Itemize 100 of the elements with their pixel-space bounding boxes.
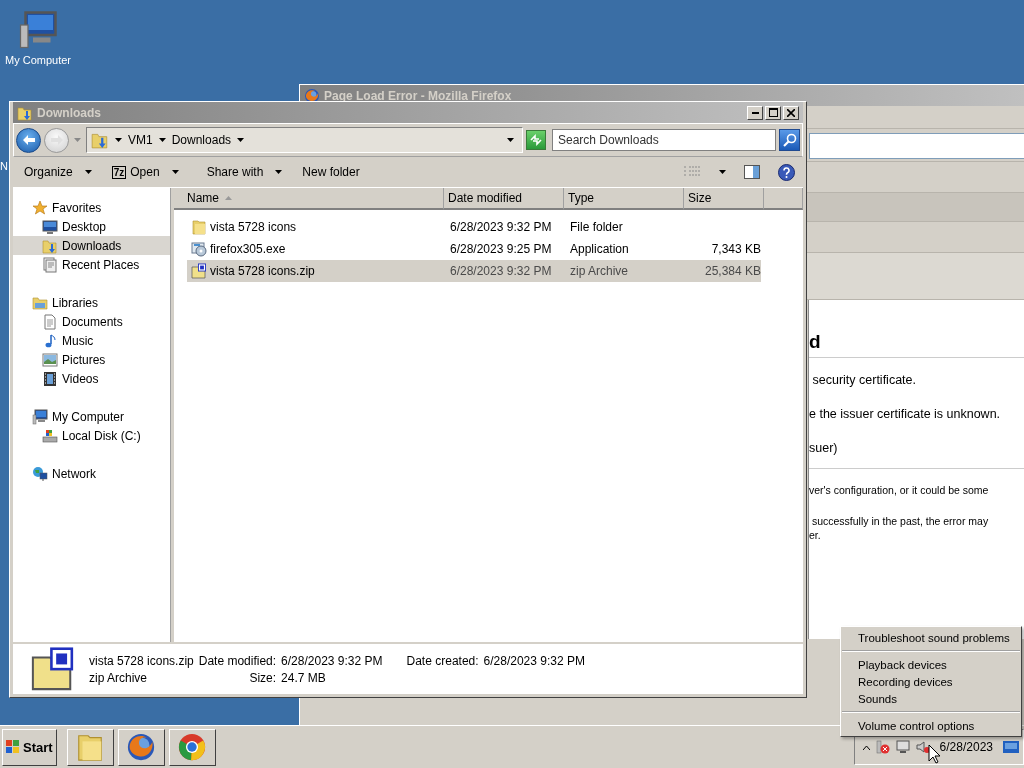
cursor-icon [928, 744, 941, 764]
globe-icon [32, 465, 48, 482]
file-type: zip Archive [89, 670, 149, 685]
column-header[interactable]: Type [564, 188, 684, 210]
table-cell-text: 7,343 KB [710, 242, 761, 256]
taskbar-button[interactable] [117, 728, 165, 766]
maximize-icon [768, 108, 778, 117]
toolbar-button[interactable]: 7z Open [108, 163, 182, 181]
search-button[interactable] [779, 129, 800, 151]
address-field[interactable] [809, 133, 1024, 159]
table-cell-text: File folder [569, 220, 624, 234]
detail-label: Date modified: [198, 653, 277, 668]
detail-label: Size: [248, 670, 277, 685]
back-button[interactable] [16, 127, 41, 153]
taskbar-button[interactable] [168, 728, 216, 766]
sidebar-item[interactable]: Pictures [13, 350, 170, 369]
page-text: er. [809, 528, 821, 542]
window-title: Downloads [37, 105, 101, 120]
folder-icon [191, 219, 207, 235]
sidebar-item[interactable]: Documents [13, 312, 170, 331]
file-row[interactable]: firefox305.exe 6/28/2023 9:25 PM Application 7,343 KB [187, 238, 761, 260]
toolbar-button[interactable]: New folder [299, 163, 363, 181]
menu-item[interactable]: Sounds [841, 690, 1021, 707]
search-field[interactable]: Search Downloads [552, 129, 776, 151]
help-button[interactable] [776, 161, 797, 183]
folder-download-icon [42, 237, 58, 254]
close-icon [787, 108, 795, 117]
toolbar-button[interactable]: Organize [21, 163, 95, 181]
file-name: vista 5728 icons.zip [89, 653, 194, 668]
breadcrumb-item[interactable]: Downloads [171, 133, 245, 147]
minimize-button[interactable] [747, 105, 763, 120]
monitor-icon [895, 740, 910, 754]
film-icon [42, 370, 58, 387]
column-header[interactable]: Size [684, 188, 764, 210]
sidebar-item[interactable]: Music [13, 331, 170, 350]
screen-icon [1003, 741, 1019, 753]
computer-icon [32, 408, 48, 425]
desktop-icon-label[interactable]: N [0, 160, 8, 172]
caret-icon [719, 170, 726, 174]
maximize-button[interactable] [765, 105, 781, 120]
caret-icon [507, 138, 514, 142]
detail-value: 6/28/2023 9:32 PM [281, 653, 383, 668]
back-arrow-icon [21, 134, 36, 146]
document-icon [42, 313, 58, 330]
browser-icon [126, 732, 157, 762]
sidebar-item[interactable]: My Computer [13, 407, 170, 426]
sidebar-item[interactable]: Favorites [13, 198, 170, 217]
toolbar-button[interactable]: Share with [203, 163, 286, 181]
menu-item[interactable]: Recording devices [841, 673, 1021, 690]
speaker-icon [915, 740, 930, 754]
start-button[interactable]: Start [2, 728, 57, 766]
table-cell-text: Application [569, 242, 630, 256]
folder-download-icon [17, 104, 33, 121]
browser-icon [304, 87, 320, 104]
menu-item[interactable]: Playback devices [841, 656, 1021, 673]
menu-item[interactable]: Troubleshoot sound problems [841, 629, 1021, 646]
close-button[interactable] [783, 105, 799, 120]
column-header[interactable]: Date modified [444, 188, 564, 210]
clock[interactable]: 6/28/2023 [939, 740, 993, 754]
caret-icon [115, 138, 122, 142]
column-header[interactable]: Name [174, 188, 444, 210]
address-bar[interactable]: VM1 Downloads [86, 127, 523, 153]
forward-arrow-icon [49, 134, 64, 146]
sidebar-item[interactable]: Libraries [13, 293, 170, 312]
refresh-button[interactable] [526, 130, 546, 150]
detail-value: 6/28/2023 9:32 PM [483, 653, 585, 668]
desktop-icon-label[interactable]: My Computer [5, 54, 71, 66]
ring-logo-icon [177, 732, 208, 762]
file-row[interactable]: vista 5728 icons 6/28/2023 9:32 PM File folder [187, 216, 761, 238]
taskbar-button[interactable] [66, 728, 114, 766]
help-icon [778, 163, 795, 181]
breadcrumb-item[interactable]: VM1 [128, 133, 166, 147]
page-text: ver's configuration, or it could be some [809, 483, 989, 497]
sidebar-item[interactable]: Local Disk (C:) [13, 426, 170, 445]
pane-icon [744, 164, 760, 180]
sidebar-item[interactable]: Network [13, 464, 170, 483]
windows-flag-icon [6, 740, 20, 754]
menu-item[interactable]: Volume control options [841, 717, 1021, 734]
detail-label: Date created: [406, 653, 479, 668]
table-cell-text: 6/28/2023 9:32 PM [449, 264, 553, 278]
document-stack-icon [42, 256, 58, 273]
page-heading: d [809, 331, 821, 353]
sidebar-item[interactable]: Recent Places [13, 255, 170, 274]
sidebar-item[interactable]: Desktop [13, 217, 170, 236]
computer-icon [18, 10, 58, 50]
page-text: e the issuer certificate is unknown. [809, 406, 1001, 422]
file-row[interactable]: vista 5728 icons.zip 6/28/2023 9:32 PM zip Archive 25,384 KB [187, 260, 761, 282]
search-icon [782, 133, 797, 147]
folder-download-icon [91, 131, 109, 149]
table-cell-text: 6/28/2023 9:25 PM [449, 242, 553, 256]
table-cell: firefox305.exe [210, 242, 286, 256]
sidebar-item[interactable]: Downloads [13, 236, 170, 255]
star-icon [32, 199, 48, 216]
refresh-icon [529, 134, 543, 146]
table-cell-text: 6/28/2023 9:32 PM [449, 220, 553, 234]
drive-icon [42, 427, 58, 444]
sidebar-item[interactable]: Videos [13, 369, 170, 388]
chevron-up-icon [862, 744, 870, 750]
monitor-icon [42, 218, 58, 235]
page-text: suer) [809, 440, 838, 456]
